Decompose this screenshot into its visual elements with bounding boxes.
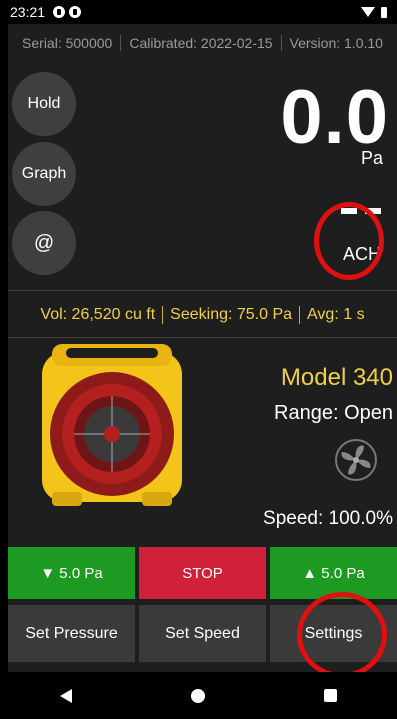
battery-icon xyxy=(381,6,387,18)
app-screen: Serial: 500000 Calibrated: 2022-02-15 Ve… xyxy=(8,24,397,678)
model-name: Model 340 xyxy=(280,364,393,391)
seeking-text: Seeking: 75.0 Pa xyxy=(170,306,293,323)
divider xyxy=(8,290,397,291)
blower-image xyxy=(42,344,182,506)
serial-text: Serial: 500000 xyxy=(22,35,113,51)
volume-text: Vol: 26,520 cu ft xyxy=(40,306,156,323)
divider xyxy=(162,306,164,324)
divider xyxy=(280,35,282,51)
set-speed-button[interactable]: Set Speed xyxy=(139,605,266,662)
home-icon[interactable] xyxy=(190,688,205,703)
at-button[interactable]: @ xyxy=(12,211,76,275)
calibrated-text: Calibrated: 2022-02-15 xyxy=(129,35,273,51)
set-pressure-button[interactable]: Set Pressure xyxy=(8,605,135,662)
increase-pressure-button[interactable]: ▲ 5.0 Pa xyxy=(270,547,397,599)
graph-button[interactable]: Graph xyxy=(12,142,76,206)
hold-button[interactable]: Hold xyxy=(12,72,76,136)
range-text: Range: Open xyxy=(274,402,393,424)
version-text: Version: 1.0.10 xyxy=(289,35,383,51)
stop-button[interactable]: STOP xyxy=(139,547,266,599)
back-icon[interactable] xyxy=(59,688,72,703)
fan-icon xyxy=(335,439,377,481)
notification-icon xyxy=(69,6,82,18)
highlight-circle xyxy=(297,592,387,678)
status-time: 23:21 xyxy=(10,4,46,20)
divider xyxy=(120,35,122,51)
divider xyxy=(299,306,301,324)
notification-icon xyxy=(53,6,66,18)
status-bar: 23:21 xyxy=(0,0,397,24)
wifi-icon xyxy=(361,7,375,17)
pressure-value: 0.0 xyxy=(280,75,389,160)
average-text: Avg: 1 s xyxy=(307,306,365,323)
summary-bar: Vol: 26,520 cu ft Seeking: 75.0 Pa Avg: … xyxy=(8,295,397,335)
decrease-pressure-button[interactable]: ▼ 5.0 Pa xyxy=(8,547,135,599)
android-nav-bar xyxy=(0,672,397,719)
pressure-unit: Pa xyxy=(360,148,383,168)
device-info-bar: Serial: 500000 Calibrated: 2022-02-15 Ve… xyxy=(8,24,397,62)
recent-apps-icon[interactable] xyxy=(324,689,338,702)
speed-text: Speed: 100.0% xyxy=(263,508,393,529)
divider xyxy=(8,337,397,338)
highlight-circle xyxy=(314,202,384,280)
